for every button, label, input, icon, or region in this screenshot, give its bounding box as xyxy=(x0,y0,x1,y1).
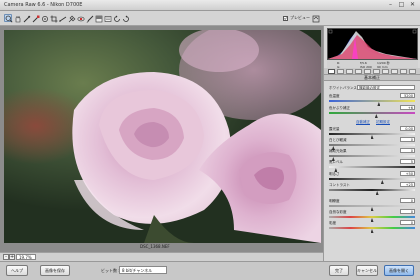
bit-depth-label: ビット数 : xyxy=(101,268,120,273)
recovery-value[interactable]: 0 xyxy=(400,137,415,142)
blacks-label: 黒レベル xyxy=(329,160,343,164)
spot-removal-icon[interactable] xyxy=(67,14,76,23)
saturation-slider-track[interactable] xyxy=(329,227,415,229)
white-balance-select[interactable]: 撮影時の設定 xyxy=(357,85,415,90)
rotate-ccw-icon[interactable] xyxy=(112,14,120,22)
tab-snapshots-icon[interactable] xyxy=(409,69,416,74)
crop-icon[interactable] xyxy=(49,14,58,23)
tab-detail-icon[interactable] xyxy=(346,69,353,74)
tab-tone-curve-icon[interactable] xyxy=(337,69,344,74)
default-link[interactable]: 初期設定 xyxy=(376,120,390,125)
histogram xyxy=(327,28,418,60)
rose-photo[interactable] xyxy=(4,30,321,243)
preview-label: プレビュー xyxy=(290,15,310,20)
vibrance-slider-track[interactable] xyxy=(329,216,415,218)
white-balance-label: ホワイトバランス : xyxy=(329,86,360,90)
recovery-label: 白とび軽減 xyxy=(329,138,347,142)
panel-title: 基本補正 xyxy=(324,75,420,81)
red-eye-icon[interactable] xyxy=(76,14,85,22)
clarity-value[interactable]: 0 xyxy=(400,198,415,203)
blacks-value[interactable]: 5 xyxy=(400,159,415,164)
tab-hsl-icon[interactable] xyxy=(355,69,362,74)
auto-link[interactable]: 自動補正 xyxy=(356,120,370,125)
fill-light-value[interactable]: 0 xyxy=(400,148,415,153)
clarity-label: 明瞭度 xyxy=(329,199,340,203)
brightness-slider-track[interactable] xyxy=(329,178,415,180)
brightness-label: 明るさ xyxy=(329,172,340,176)
open-image-button[interactable]: 画像を開く xyxy=(384,265,414,276)
target-adjust-icon[interactable] xyxy=(40,14,48,22)
title-bar: Camera Raw 6.6 - Nikon D700E – □ ✕ xyxy=(0,0,420,11)
help-button[interactable]: ヘルプ xyxy=(6,265,28,276)
fullscreen-icon[interactable] xyxy=(311,14,320,23)
vibrance-value[interactable]: 0 xyxy=(400,209,415,214)
minimize-button[interactable]: – xyxy=(386,1,395,9)
exposure-value[interactable]: 0.00 xyxy=(400,126,415,131)
done-button[interactable]: 完了 xyxy=(329,265,349,276)
zoom-in-button[interactable]: + xyxy=(9,254,15,260)
white-balance-icon[interactable] xyxy=(22,14,31,23)
graduated-filter-icon[interactable] xyxy=(94,14,103,23)
fill-light-slider-track[interactable] xyxy=(329,155,415,157)
save-image-button[interactable]: 画像を保存 xyxy=(40,265,70,276)
window-title: Camera Raw 6.6 - Nikon D700E xyxy=(4,2,83,8)
tint-value[interactable]: +6 xyxy=(400,105,415,110)
tint-label: 色かぶり補正 xyxy=(329,106,350,110)
panel-tabs xyxy=(324,68,420,75)
maximize-button[interactable]: □ xyxy=(397,1,406,9)
color-sampler-icon[interactable] xyxy=(31,14,40,23)
rotate-cw-icon[interactable] xyxy=(121,14,129,22)
temperature-label: 色温度 xyxy=(329,94,340,98)
tab-effects-icon[interactable] xyxy=(382,69,389,74)
saturation-value[interactable]: 0 xyxy=(400,220,415,225)
zoom-bar: - + 19.7% xyxy=(0,252,323,261)
contrast-label: コントラスト xyxy=(329,183,350,187)
tab-split-toning-icon[interactable] xyxy=(364,69,371,74)
fill-light-label: 補助光効果 xyxy=(329,149,347,153)
exposure-label: 露光量 xyxy=(329,127,340,131)
toolbar: プレビュー xyxy=(0,11,420,26)
preferences-icon[interactable] xyxy=(103,14,112,22)
tint-slider-track[interactable] xyxy=(329,112,415,114)
bottom-bar: ヘルプ 画像を保存 ビット数 : 8 bit/チャンネル 完了 キャンセル 画像… xyxy=(0,261,420,280)
tab-camera-calibration-icon[interactable] xyxy=(391,69,398,74)
bit-depth-select[interactable]: 8 bit/チャンネル xyxy=(119,266,167,274)
close-button[interactable]: ✕ xyxy=(408,1,417,9)
adjustment-brush-icon[interactable] xyxy=(85,14,94,23)
temperature-slider-track[interactable] xyxy=(329,100,415,102)
saturation-label: 彩度 xyxy=(329,221,336,225)
vibrance-label: 自然な彩度 xyxy=(329,210,347,214)
tab-presets-icon[interactable] xyxy=(400,69,407,74)
contrast-value[interactable]: +25 xyxy=(400,182,415,187)
clarity-slider-track[interactable] xyxy=(329,205,415,207)
contrast-slider-track[interactable] xyxy=(329,189,415,191)
temperature-value[interactable]: 5200 xyxy=(400,93,415,98)
exposure-slider-track[interactable] xyxy=(329,133,415,135)
brightness-value[interactable]: +50 xyxy=(400,171,415,176)
tab-basic-icon[interactable] xyxy=(328,69,335,74)
tab-lens-icon[interactable] xyxy=(373,69,380,74)
straighten-icon[interactable] xyxy=(58,14,67,22)
blacks-slider-track[interactable] xyxy=(329,166,415,168)
zoom-tool-icon[interactable] xyxy=(4,14,13,23)
recovery-slider-track[interactable] xyxy=(329,144,415,146)
preview-checkbox[interactable] xyxy=(283,16,288,21)
zoom-level-field[interactable]: 19.7% xyxy=(16,254,36,260)
filename-label: DSC_1368.NEF xyxy=(140,244,170,249)
cancel-button[interactable]: キャンセル xyxy=(356,265,378,276)
hand-icon[interactable] xyxy=(13,14,21,23)
